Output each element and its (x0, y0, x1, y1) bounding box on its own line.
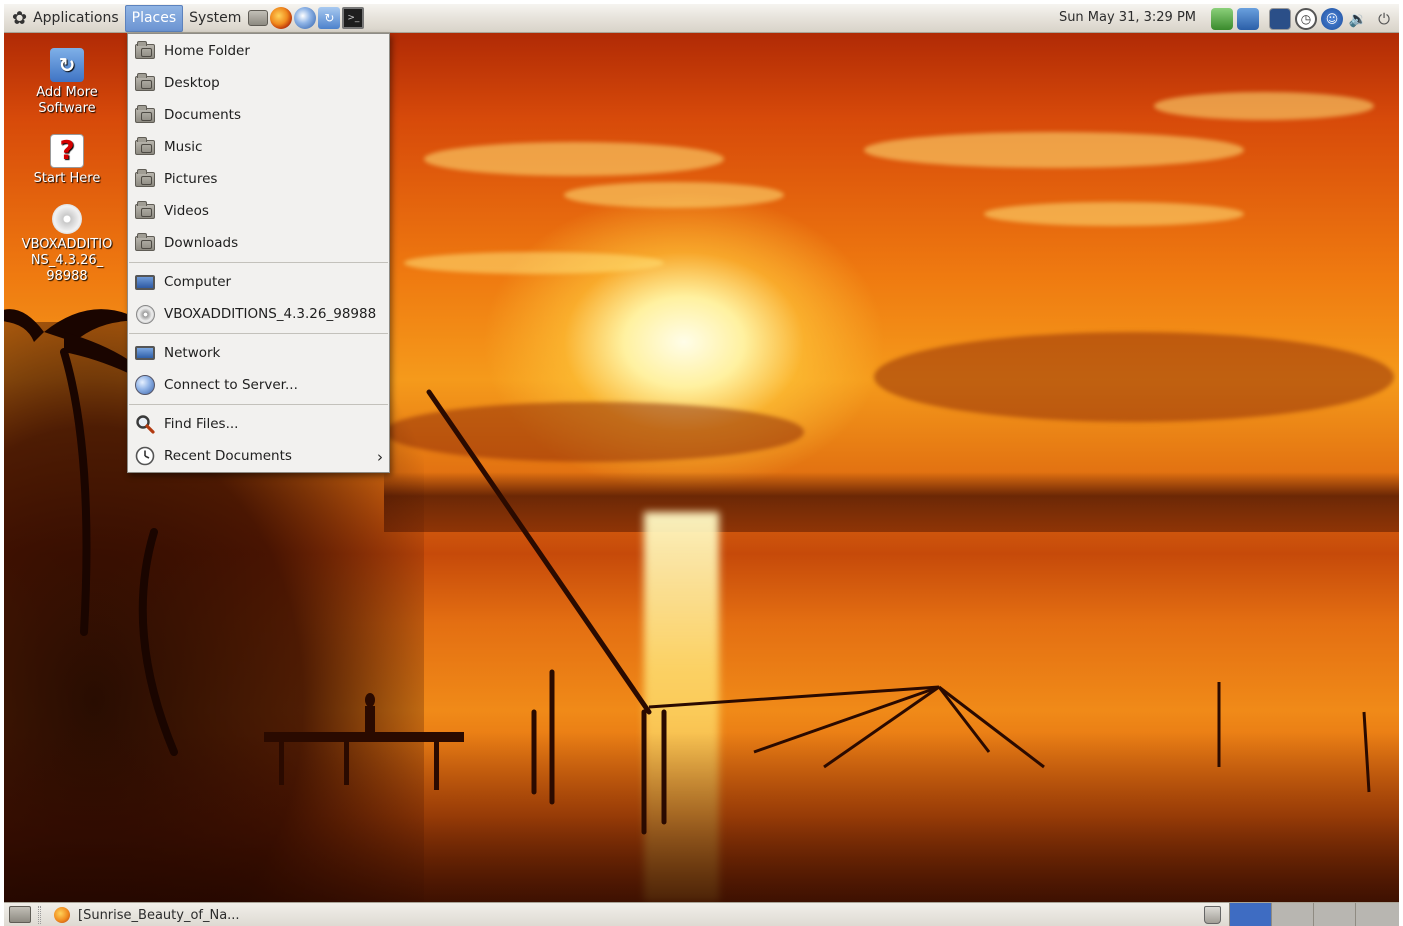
gnome-foot-icon: ✿ (12, 7, 28, 29)
menu-item-label: Home Folder (164, 43, 250, 59)
thunderbird-icon[interactable] (294, 7, 317, 29)
desktop-icon-vboxadditions[interactable]: VBOXADDITIO NS_4.3.26_ 98988 (8, 204, 126, 285)
software-center-icon: ↻ (50, 48, 84, 82)
system-menu-label: System (189, 10, 242, 26)
cd-disc-icon (134, 304, 156, 324)
workspace-4[interactable] (1355, 903, 1399, 926)
top-panel: ✿ Applications Places System ↻ >_ Sun Ma… (4, 4, 1399, 33)
network-manager-icon[interactable] (1211, 8, 1233, 30)
desktop-icon-add-software[interactable]: ↻ Add More Software (8, 48, 126, 117)
menu-item-recent-documents[interactable]: Recent Documents › (128, 440, 389, 472)
home-folder-icon (134, 40, 156, 61)
menu-item-pictures[interactable]: Pictures (128, 163, 389, 195)
system-menu[interactable]: System (183, 5, 247, 32)
network-icon (134, 343, 156, 363)
places-menu-label: Places (131, 10, 177, 26)
computer-icon (134, 272, 156, 292)
taskbar-button-image-viewer[interactable]: [Sunrise_Beauty_of_Na... (54, 905, 240, 925)
applications-menu-label: Applications (33, 10, 119, 26)
workspace-3[interactable] (1313, 903, 1355, 926)
videos-folder-icon (134, 200, 156, 221)
menu-item-label: VBOXADDITIONS_4.3.26_98988 (164, 306, 377, 322)
places-menu-button[interactable]: Places (124, 4, 184, 32)
music-folder-icon (134, 136, 156, 157)
menu-item-label: Network (164, 345, 221, 361)
menu-item-label: Pictures (164, 171, 218, 187)
clock-icon[interactable]: ◷ (1295, 8, 1317, 30)
accessibility-icon[interactable]: ☺ (1321, 8, 1343, 30)
show-desktop-icon[interactable] (9, 906, 31, 923)
desktop-icon-label: NS_4.3.26_ (30, 253, 104, 268)
clock[interactable]: Sun May 31, 3:29 PM (1059, 10, 1196, 25)
menu-separator (129, 333, 388, 334)
menu-item-label: Documents (164, 107, 241, 123)
taskbar-task-label: [Sunrise_Beauty_of_Na... (78, 907, 240, 923)
workspace-2[interactable] (1271, 903, 1313, 926)
taskbar-handle (38, 906, 41, 924)
menu-item-label: Desktop (164, 75, 220, 91)
menu-item-desktop[interactable]: Desktop (128, 67, 389, 99)
menu-item-home-folder[interactable]: Home Folder (128, 35, 389, 67)
desktop-icon-label: Software (38, 101, 96, 116)
desktop-icon-label: VBOXADDITIO (21, 237, 113, 252)
menu-item-music[interactable]: Music (128, 131, 389, 163)
menu-item-label: Downloads (164, 235, 239, 251)
desktop-icon-label: Start Here (33, 171, 101, 186)
places-dropdown-menu: Home Folder Desktop Documents Music Pict… (127, 33, 390, 473)
home-folder-icon[interactable] (248, 10, 269, 26)
applications-menu[interactable]: ✿ Applications (4, 5, 125, 32)
menu-item-vboxadditions[interactable]: VBOXADDITIONS_4.3.26_98988 (128, 298, 389, 330)
menu-item-find-files[interactable]: Find Files... (128, 408, 389, 440)
menu-item-label: Connect to Server... (164, 377, 298, 393)
downloads-folder-icon (134, 232, 156, 253)
power-icon[interactable]: ⏻ (1373, 8, 1395, 30)
menu-item-label: Videos (164, 203, 209, 219)
vm-network-icon[interactable] (1237, 8, 1259, 30)
bottom-panel: [Sunrise_Beauty_of_Na... (4, 902, 1399, 926)
menu-item-label: Recent Documents (164, 448, 292, 464)
terminal-icon[interactable]: >_ (342, 7, 365, 29)
workspace-1[interactable] (1229, 903, 1271, 926)
menu-item-videos[interactable]: Videos (128, 195, 389, 227)
desktop-icon-label: Add More (36, 85, 98, 100)
desktop-icon-start-here[interactable]: ? Start Here (8, 134, 126, 187)
system-monitor-icon[interactable] (1269, 8, 1291, 30)
firefox-icon[interactable] (270, 7, 293, 29)
menu-item-documents[interactable]: Documents (128, 99, 389, 131)
pictures-folder-icon (134, 168, 156, 189)
cd-disc-icon (52, 204, 82, 234)
update-manager-icon[interactable]: ↻ (318, 7, 341, 29)
documents-folder-icon (134, 104, 156, 125)
chevron-right-icon: › (377, 448, 383, 466)
menu-item-label: Music (164, 139, 203, 155)
menu-item-downloads[interactable]: Downloads (128, 227, 389, 259)
trash-icon[interactable] (1204, 906, 1221, 924)
clock-icon (134, 446, 156, 466)
menu-item-network[interactable]: Network (128, 337, 389, 369)
search-icon (134, 414, 156, 434)
desktop-icon-label: 98988 (46, 269, 88, 284)
menu-separator (129, 262, 388, 263)
image-viewer-icon (54, 907, 70, 923)
globe-icon (134, 375, 156, 395)
volume-icon[interactable]: 🔉 (1347, 8, 1369, 30)
menu-item-connect-to-server[interactable]: Connect to Server... (128, 369, 389, 401)
menu-item-label: Find Files... (164, 416, 239, 432)
menu-item-label: Computer (164, 274, 232, 290)
help-icon: ? (50, 134, 84, 168)
desktop-folder-icon (134, 72, 156, 93)
menu-item-computer[interactable]: Computer (128, 266, 389, 298)
menu-separator (129, 404, 388, 405)
